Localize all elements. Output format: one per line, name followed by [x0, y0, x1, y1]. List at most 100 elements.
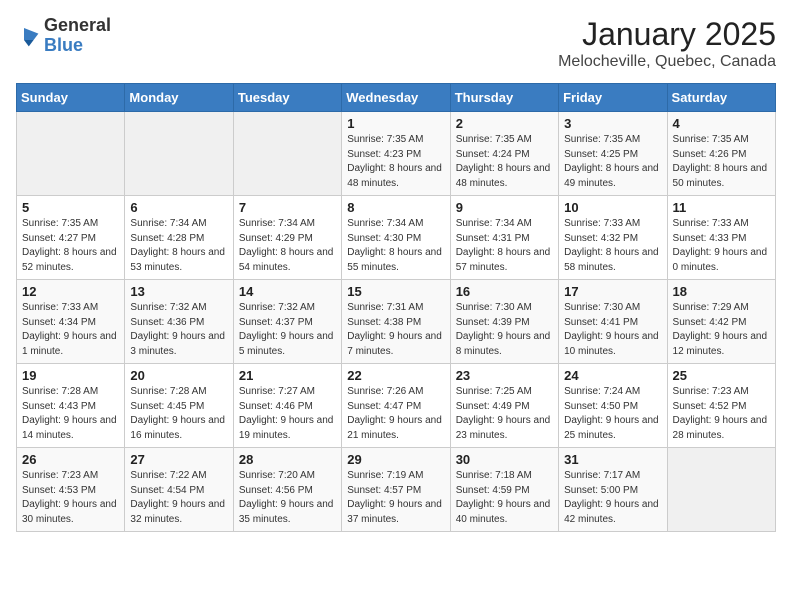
calendar-week-3: 12Sunrise: 7:33 AM Sunset: 4:34 PM Dayli…: [17, 280, 776, 364]
day-info: Sunrise: 7:35 AM Sunset: 4:24 PM Dayligh…: [456, 133, 553, 191]
day-info: Sunrise: 7:30 AM Sunset: 4:41 PM Dayligh…: [564, 301, 661, 359]
day-info: Sunrise: 7:25 AM Sunset: 4:49 PM Dayligh…: [456, 385, 553, 443]
day-number: 28: [239, 452, 336, 467]
calendar-cell: 8 Sunrise: 7:34 AM Sunset: 4:30 PM Daylig…: [342, 196, 450, 280]
weekday-header-sunday: Sunday: [17, 84, 125, 112]
calendar-cell: 29Sunrise: 7:19 AM Sunset: 4:57 PM Dayli…: [342, 448, 450, 532]
day-number: 1: [347, 116, 444, 131]
day-number: 8: [347, 200, 444, 215]
day-info: Sunrise: 7:35 AM Sunset: 4:25 PM Dayligh…: [564, 133, 661, 191]
day-number: 5: [22, 200, 119, 215]
day-number: 7: [239, 200, 336, 215]
calendar-cell: 28 Sunrise: 7:20 AM Sunset: 4:56 PM Dayli…: [233, 448, 341, 532]
day-info: Sunrise: 7:31 AM Sunset: 4:38 PM Dayligh…: [347, 301, 444, 359]
day-info: Sunrise: 7:26 AM Sunset: 4:47 PM Dayligh…: [347, 385, 444, 443]
day-number: 12: [22, 284, 119, 299]
calendar-cell: 19 Sunrise: 7:28 AM Sunset: 4:43 PM Dayli…: [17, 364, 125, 448]
calendar-table: SundayMondayTuesdayWednesdayThursdayFrid…: [16, 83, 776, 532]
page-header: General Blue January 2025 Melocheville, …: [16, 16, 776, 71]
day-info: Sunrise: 7:34 AM Sunset: 4:30 PM Dayligh…: [347, 217, 444, 275]
calendar-cell: 1 Sunrise: 7:35 AM Sunset: 4:23 PM Daylig…: [342, 112, 450, 196]
calendar-cell: [233, 112, 341, 196]
calendar-cell: 14 Sunrise: 7:32 AM Sunset: 4:37 PM Dayli…: [233, 280, 341, 364]
day-number: 13: [130, 284, 227, 299]
day-info: Sunrise: 7:34 AM Sunset: 4:28 PM Dayligh…: [130, 217, 227, 275]
month-title: January 2025: [558, 16, 776, 53]
calendar-cell: 18 Sunrise: 7:29 AM Sunset: 4:42 PM Dayli…: [667, 280, 775, 364]
calendar-cell: 21 Sunrise: 7:27 AM Sunset: 4:46 PM Dayli…: [233, 364, 341, 448]
day-number: 31: [564, 452, 661, 467]
day-number: 30: [456, 452, 553, 467]
day-info: Sunrise: 7:29 AM Sunset: 4:42 PM Dayligh…: [673, 301, 770, 359]
calendar-cell: 6Sunrise: 7:34 AM Sunset: 4:28 PM Daylig…: [125, 196, 233, 280]
calendar-cell: 15 Sunrise: 7:31 AM Sunset: 4:38 PM Dayli…: [342, 280, 450, 364]
day-number: 17: [564, 284, 661, 299]
day-info: Sunrise: 7:35 AM Sunset: 4:27 PM Dayligh…: [22, 217, 119, 275]
calendar-cell: 5 Sunrise: 7:35 AM Sunset: 4:27 PM Daylig…: [17, 196, 125, 280]
calendar-cell: 11 Sunrise: 7:33 AM Sunset: 4:33 PM Dayli…: [667, 196, 775, 280]
day-number: 14: [239, 284, 336, 299]
day-number: 15: [347, 284, 444, 299]
day-info: Sunrise: 7:28 AM Sunset: 4:43 PM Dayligh…: [22, 385, 119, 443]
location-title: Melocheville, Quebec, Canada: [558, 53, 776, 71]
day-info: Sunrise: 7:33 AM Sunset: 4:33 PM Dayligh…: [673, 217, 770, 275]
day-number: 10: [564, 200, 661, 215]
day-info: Sunrise: 7:27 AM Sunset: 4:46 PM Dayligh…: [239, 385, 336, 443]
calendar-cell: 23 Sunrise: 7:25 AM Sunset: 4:49 PM Dayli…: [450, 364, 558, 448]
day-info: Sunrise: 7:17 AM Sunset: 5:00 PM Dayligh…: [564, 469, 661, 527]
day-number: 3: [564, 116, 661, 131]
calendar-cell: 2 Sunrise: 7:35 AM Sunset: 4:24 PM Daylig…: [450, 112, 558, 196]
calendar-cell: 3 Sunrise: 7:35 AM Sunset: 4:25 PM Daylig…: [559, 112, 667, 196]
day-number: 19: [22, 368, 119, 383]
logo-blue-text: Blue: [44, 36, 111, 56]
weekday-header-thursday: Thursday: [450, 84, 558, 112]
calendar-cell: 13Sunrise: 7:32 AM Sunset: 4:36 PM Dayli…: [125, 280, 233, 364]
day-number: 25: [673, 368, 770, 383]
calendar-cell: 27Sunrise: 7:22 AM Sunset: 4:54 PM Dayli…: [125, 448, 233, 532]
day-number: 23: [456, 368, 553, 383]
day-info: Sunrise: 7:32 AM Sunset: 4:37 PM Dayligh…: [239, 301, 336, 359]
calendar-cell: 7 Sunrise: 7:34 AM Sunset: 4:29 PM Daylig…: [233, 196, 341, 280]
calendar-cell: 25 Sunrise: 7:23 AM Sunset: 4:52 PM Dayli…: [667, 364, 775, 448]
calendar-cell: [667, 448, 775, 532]
calendar-week-5: 26Sunrise: 7:23 AM Sunset: 4:53 PM Dayli…: [17, 448, 776, 532]
weekday-header-row: SundayMondayTuesdayWednesdayThursdayFrid…: [17, 84, 776, 112]
day-info: Sunrise: 7:34 AM Sunset: 4:29 PM Dayligh…: [239, 217, 336, 275]
calendar-cell: 30Sunrise: 7:18 AM Sunset: 4:59 PM Dayli…: [450, 448, 558, 532]
calendar-cell: 16Sunrise: 7:30 AM Sunset: 4:39 PM Dayli…: [450, 280, 558, 364]
day-info: Sunrise: 7:35 AM Sunset: 4:23 PM Dayligh…: [347, 133, 444, 191]
day-info: Sunrise: 7:19 AM Sunset: 4:57 PM Dayligh…: [347, 469, 444, 527]
day-info: Sunrise: 7:24 AM Sunset: 4:50 PM Dayligh…: [564, 385, 661, 443]
day-number: 18: [673, 284, 770, 299]
day-info: Sunrise: 7:33 AM Sunset: 4:32 PM Dayligh…: [564, 217, 661, 275]
day-info: Sunrise: 7:34 AM Sunset: 4:31 PM Dayligh…: [456, 217, 553, 275]
calendar-cell: 17 Sunrise: 7:30 AM Sunset: 4:41 PM Dayli…: [559, 280, 667, 364]
day-info: Sunrise: 7:30 AM Sunset: 4:39 PM Dayligh…: [456, 301, 553, 359]
calendar-week-2: 5 Sunrise: 7:35 AM Sunset: 4:27 PM Daylig…: [17, 196, 776, 280]
day-number: 2: [456, 116, 553, 131]
logo: General Blue: [16, 16, 111, 56]
day-info: Sunrise: 7:28 AM Sunset: 4:45 PM Dayligh…: [130, 385, 227, 443]
day-number: 4: [673, 116, 770, 131]
logo-general-text: General: [44, 16, 111, 36]
calendar-cell: 20 Sunrise: 7:28 AM Sunset: 4:45 PM Dayli…: [125, 364, 233, 448]
day-info: Sunrise: 7:23 AM Sunset: 4:52 PM Dayligh…: [673, 385, 770, 443]
day-number: 11: [673, 200, 770, 215]
day-number: 9: [456, 200, 553, 215]
day-info: Sunrise: 7:20 AM Sunset: 4:56 PM Dayligh…: [239, 469, 336, 527]
calendar-cell: 22 Sunrise: 7:26 AM Sunset: 4:47 PM Dayli…: [342, 364, 450, 448]
title-block: January 2025 Melocheville, Quebec, Canad…: [558, 16, 776, 71]
calendar-week-1: 1 Sunrise: 7:35 AM Sunset: 4:23 PM Daylig…: [17, 112, 776, 196]
day-info: Sunrise: 7:35 AM Sunset: 4:26 PM Dayligh…: [673, 133, 770, 191]
day-number: 20: [130, 368, 227, 383]
day-number: 21: [239, 368, 336, 383]
calendar-cell: 12Sunrise: 7:33 AM Sunset: 4:34 PM Dayli…: [17, 280, 125, 364]
calendar-cell: 31 Sunrise: 7:17 AM Sunset: 5:00 PM Dayli…: [559, 448, 667, 532]
weekday-header-wednesday: Wednesday: [342, 84, 450, 112]
weekday-header-friday: Friday: [559, 84, 667, 112]
day-number: 22: [347, 368, 444, 383]
calendar-cell: [17, 112, 125, 196]
weekday-header-saturday: Saturday: [667, 84, 775, 112]
calendar-cell: 4 Sunrise: 7:35 AM Sunset: 4:26 PM Daylig…: [667, 112, 775, 196]
day-info: Sunrise: 7:22 AM Sunset: 4:54 PM Dayligh…: [130, 469, 227, 527]
